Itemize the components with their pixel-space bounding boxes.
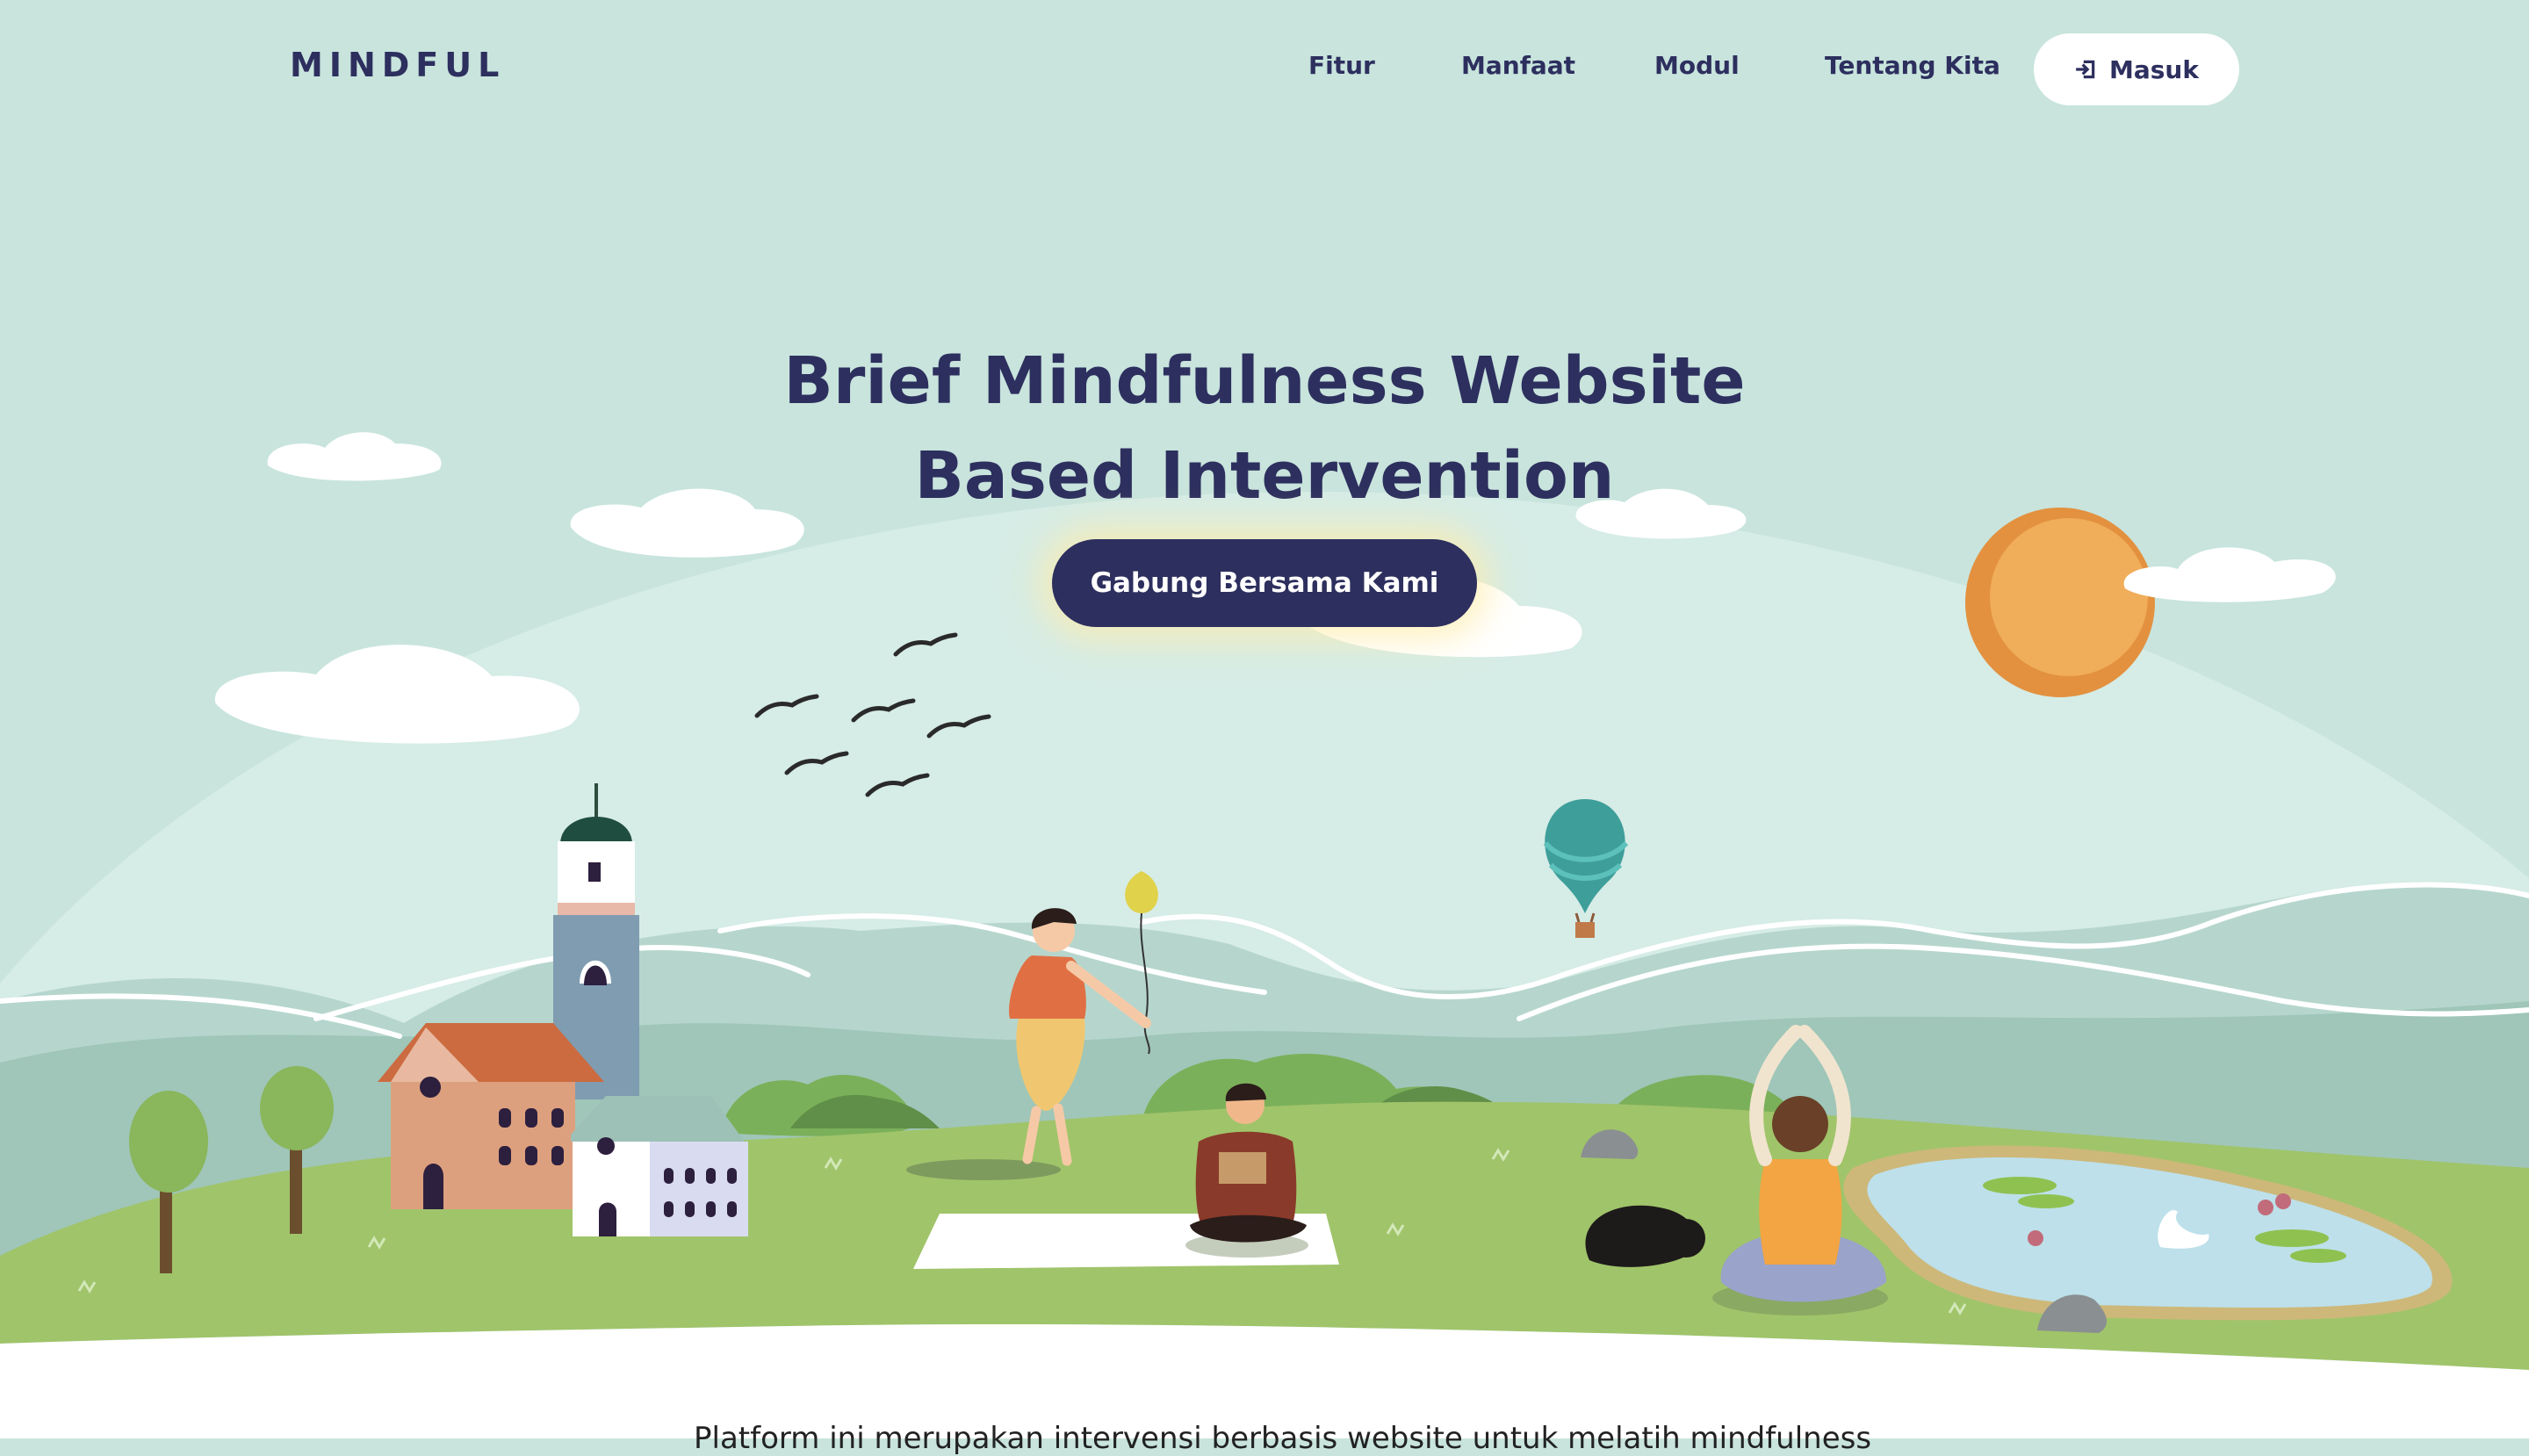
hero-title-line-2: Based Intervention [914,438,1615,514]
nav-link-fitur[interactable]: Fitur [1308,51,1375,80]
intro-text: Platform ini merupakan intervensi berbas… [694,1421,1872,1456]
brand-logo[interactable]: MINDFUL [290,46,505,84]
sign-in-icon [2076,60,2095,79]
login-button-label: Masuk [2109,54,2199,84]
nav-link-tentang-kita[interactable]: Tentang Kita [1825,51,2000,80]
login-button[interactable]: Masuk [2034,33,2239,105]
house-building [378,1023,604,1209]
nav-link-modul[interactable]: Modul [1654,51,1740,80]
white-house-building [571,1096,748,1236]
hero-title: Brief Mindfulness Website Based Interven… [650,334,1879,523]
sun-icon [1965,508,2155,697]
nav-link-manfaat[interactable]: Manfaat [1461,51,1575,80]
join-cta-button[interactable]: Gabung Bersama Kami [1052,539,1477,627]
hero-landscape-illustration [0,432,2529,1438]
hero-title-line-1: Brief Mindfulness Website [783,343,1746,419]
top-navbar: MINDFUL Fitur Manfaat Modul Tentang Kita… [0,0,2529,137]
